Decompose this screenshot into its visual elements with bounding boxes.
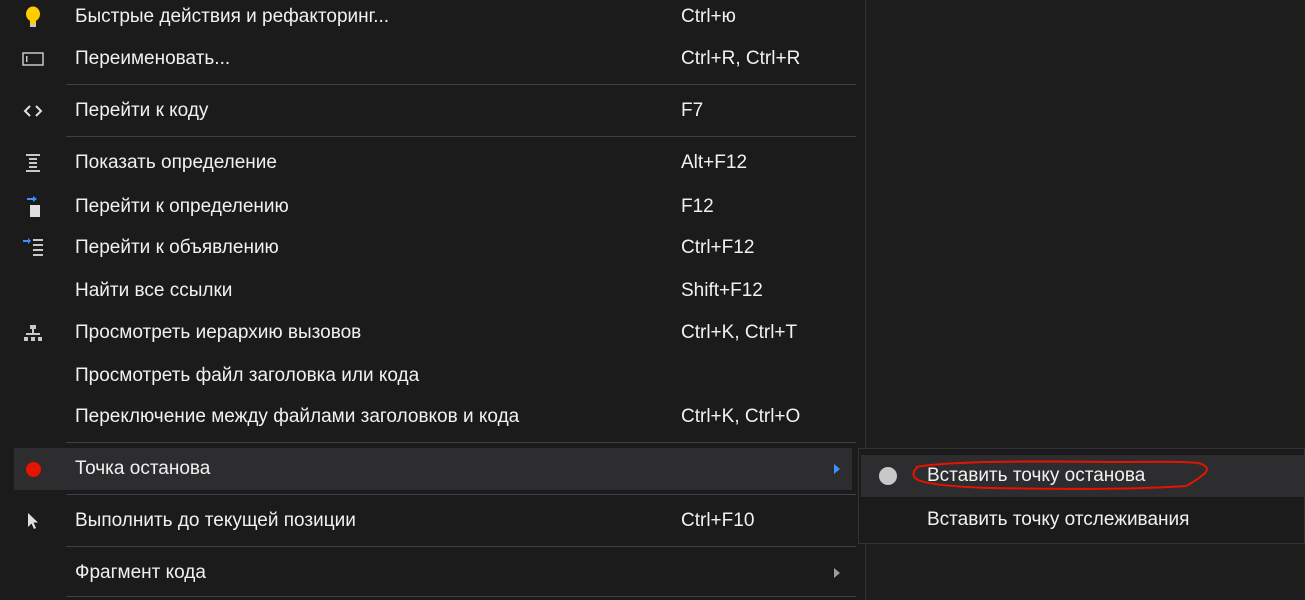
menu-separator <box>66 84 856 85</box>
menu-item-shortcut: F12 <box>681 196 714 217</box>
menu-separator <box>66 442 856 443</box>
menu-item-go-to-code[interactable]: Перейти к коду F7 <box>14 90 852 132</box>
menu-item-quick-actions[interactable]: Быстрые действия и рефакторинг... Ctrl+ю <box>14 0 852 38</box>
menu-item-shortcut: Ctrl+ю <box>681 6 736 27</box>
menu-item-go-to-definition[interactable]: Перейти к определению F12 <box>14 186 852 228</box>
menu-item-label: Показать определение <box>75 152 277 173</box>
menu-item-label: Переименовать... <box>75 48 231 69</box>
menu-separator <box>66 546 856 547</box>
menu-item-rename[interactable]: Переименовать... Ctrl+R, Ctrl+R <box>14 38 852 80</box>
breakpoint-gray-icon <box>879 467 897 485</box>
go-to-declaration-icon <box>14 227 52 269</box>
menu-item-label: Точка останова <box>75 458 211 479</box>
menu-item-code-snippet[interactable]: Фрагмент кода <box>14 552 852 594</box>
menu-separator <box>66 596 856 597</box>
call-hierarchy-icon <box>14 312 52 354</box>
menu-item-label: Переключение между файлами заголовков и … <box>75 406 520 427</box>
menu-item-label: Просмотреть файл заголовка или кода <box>75 365 420 386</box>
submenu-item-insert-tracepoint[interactable]: Вставить точку отслеживания <box>861 499 1305 541</box>
menu-item-run-to-cursor[interactable]: Выполнить до текущей позиции Ctrl+F10 <box>14 500 852 542</box>
breakpoint-submenu: Вставить точку останова Вставить точку о… <box>858 448 1305 544</box>
menu-item-shortcut: Ctrl+K, Ctrl+O <box>681 406 801 427</box>
menu-item-shortcut: F7 <box>681 100 704 121</box>
menu-item-label: Фрагмент кода <box>75 562 206 583</box>
breakpoint-icon <box>14 448 52 490</box>
submenu-item-insert-breakpoint[interactable]: Вставить точку останова <box>861 455 1305 497</box>
submenu-item-label: Вставить точку отслеживания <box>927 509 1190 530</box>
submenu-arrow-icon <box>834 568 840 578</box>
menu-item-shortcut: Ctrl+F10 <box>681 510 755 531</box>
menu-item-label: Перейти к определению <box>75 196 289 217</box>
submenu-arrow-icon <box>834 464 840 474</box>
menu-item-toggle-header-code[interactable]: Переключение между файлами заголовков и … <box>14 396 852 438</box>
menu-item-label: Быстрые действия и рефакторинг... <box>75 6 390 27</box>
code-brackets-icon <box>14 90 52 132</box>
menu-item-label: Найти все ссылки <box>75 280 233 301</box>
menu-item-peek-definition[interactable]: Показать определение Alt+F12 <box>14 142 852 184</box>
menu-separator <box>66 136 856 137</box>
menu-item-call-hierarchy[interactable]: Просмотреть иерархию вызовов Ctrl+K, Ctr… <box>14 312 852 354</box>
peek-definition-icon <box>14 142 52 184</box>
menu-item-label: Перейти к коду <box>75 100 209 121</box>
menu-item-shortcut: Ctrl+R, Ctrl+R <box>681 48 801 69</box>
rename-icon <box>14 38 52 80</box>
menu-item-label: Выполнить до текущей позиции <box>75 510 356 531</box>
context-menu: Быстрые действия и рефакторинг... Ctrl+ю… <box>0 0 866 600</box>
menu-item-shortcut: Alt+F12 <box>681 152 748 173</box>
menu-item-go-to-declaration[interactable]: Перейти к объявлению Ctrl+F12 <box>14 227 852 269</box>
lightbulb-icon <box>14 0 52 38</box>
menu-item-breakpoint[interactable]: Точка останова <box>14 448 852 490</box>
menu-item-view-header-or-code[interactable]: Просмотреть файл заголовка или кода <box>14 355 852 397</box>
menu-item-shortcut: Ctrl+K, Ctrl+T <box>681 322 798 343</box>
menu-item-shortcut: Ctrl+F12 <box>681 237 755 258</box>
menu-item-label: Перейти к объявлению <box>75 237 279 258</box>
go-to-definition-icon <box>14 186 52 228</box>
submenu-item-label: Вставить точку останова <box>927 465 1146 486</box>
menu-item-find-all-references[interactable]: Найти все ссылки Shift+F12 <box>14 270 852 312</box>
cursor-arrow-icon <box>14 500 52 542</box>
menu-item-shortcut: Shift+F12 <box>681 280 763 301</box>
menu-separator <box>66 494 856 495</box>
menu-item-label: Просмотреть иерархию вызовов <box>75 322 362 343</box>
